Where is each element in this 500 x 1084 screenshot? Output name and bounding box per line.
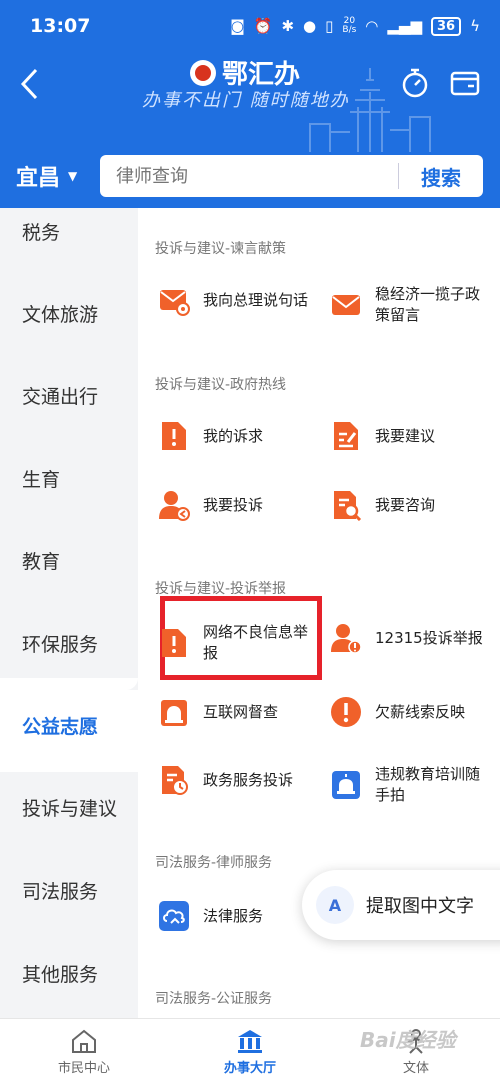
timer-button[interactable] xyxy=(398,66,432,100)
service-label: 稳经济一揽子政策留言 xyxy=(375,285,481,324)
sidebar-separator xyxy=(0,678,138,690)
section-title: 投诉与建议-政府热线 xyxy=(155,377,287,393)
sidebar-item-complaints[interactable]: 投诉与建议 xyxy=(0,772,138,842)
bluetooth-icon: ✱ xyxy=(281,17,295,35)
exclamation-circle-icon xyxy=(331,697,361,727)
service-label: 我向总理说句话 xyxy=(203,290,309,309)
status-icons: ◙ ⏰ ✱ ● ▯ 20 B/s ◠ ▂▄▆ 36 ϟ xyxy=(230,16,480,36)
service-label: 政务服务投诉 xyxy=(203,770,294,789)
nav-label: 文体 xyxy=(402,1061,429,1076)
extract-text-label: 提取图中文字 xyxy=(366,896,474,917)
sidebar-item-tax[interactable]: 税务 xyxy=(0,196,138,266)
document-alert-icon xyxy=(162,422,186,450)
service-label: 12315投诉举报 xyxy=(375,628,483,647)
service-item-my-appeal[interactable]: 我的诉求 xyxy=(158,420,313,452)
battery-indicator: 36 xyxy=(431,16,462,36)
service-label: 互联网督查 xyxy=(203,702,279,721)
camera-alarm-icon xyxy=(332,771,360,799)
sidebar-item-environment[interactable]: 环保服务 xyxy=(0,608,138,678)
service-item-internet-supervision[interactable]: 互联网督查 xyxy=(158,696,313,728)
text-scan-icon: A xyxy=(316,886,354,924)
service-item-premier-message[interactable]: 我向总理说句话 xyxy=(158,284,313,316)
section-title: 司法服务-律师服务 xyxy=(155,855,273,871)
slogan: 办事不出门 随时随地办 xyxy=(142,90,350,111)
search-button[interactable]: 搜索 xyxy=(399,162,483,191)
section-title: 投诉与建议-谏言献策 xyxy=(155,241,287,257)
service-item-12315-report[interactable]: 12315投诉举报 xyxy=(330,622,485,654)
service-item-education-training-report[interactable]: 违规教育培训随手拍 xyxy=(330,764,485,806)
document-search-icon xyxy=(334,491,362,521)
service-item-bad-info-report[interactable]: 网络不良信息举报 xyxy=(158,622,313,664)
nav-label: 市民中心 xyxy=(57,1061,110,1076)
alarm-light-icon xyxy=(161,700,187,726)
extract-text-button[interactable]: A 提取图中文字 xyxy=(302,870,500,940)
mail-envelope-icon xyxy=(160,290,190,316)
alarm-icon: ⏰ xyxy=(253,17,273,35)
city-name: 宜昌 xyxy=(16,166,61,191)
service-item-suggestion[interactable]: 我要建议 xyxy=(330,420,485,452)
envelope-icon xyxy=(332,295,360,315)
sidebar-item-birth[interactable]: 生育 xyxy=(0,443,138,513)
network-speed: 20 B/s xyxy=(342,17,356,35)
nav-citizen-center[interactable]: 市民中心 xyxy=(24,1019,144,1084)
nfc-icon: ◙ xyxy=(230,17,245,35)
scan-glyph: A xyxy=(328,895,342,915)
section-title: 投诉与建议-投诉举报 xyxy=(155,581,287,597)
city-selector[interactable]: 宜昌 ▼ xyxy=(16,160,77,192)
sidebar-item-judicial[interactable]: 司法服务 xyxy=(0,855,138,925)
search-input[interactable] xyxy=(100,155,398,197)
wallet-icon xyxy=(450,71,480,96)
section-title: 司法服务-公证服务 xyxy=(155,991,273,1007)
location-icon: ● xyxy=(303,17,317,35)
nav-service-hall[interactable]: 办事大厅 xyxy=(190,1019,310,1084)
sidebar-item-other[interactable]: 其他服务 xyxy=(0,938,138,1008)
service-item-legal-service[interactable]: 法律服务 xyxy=(158,900,313,932)
status-time: 13:07 xyxy=(30,15,91,37)
caret-down-icon: ▼ xyxy=(68,169,78,183)
home-icon xyxy=(72,1029,96,1053)
government-building-icon xyxy=(238,1030,262,1053)
service-label: 我要咨询 xyxy=(375,495,436,514)
emblem-icon xyxy=(190,59,216,86)
signal-icon: ▂▄▆ xyxy=(387,17,422,35)
service-label: 欠薪线索反映 xyxy=(375,702,466,721)
back-button[interactable] xyxy=(18,66,54,102)
document-edit-icon xyxy=(334,422,358,450)
service-item-economy-policy[interactable]: 稳经济一揽子政策留言 xyxy=(330,284,485,326)
status-bar: 13:07 ◙ ⏰ ✱ ● ▯ 20 B/s ◠ ▂▄▆ 36 ϟ xyxy=(0,0,500,52)
category-sidebar: 税务 文体旅游 交通出行 生育 教育 环保服务 公益志愿 投诉与建议 司法服务 … xyxy=(0,208,138,1018)
user-alert-icon xyxy=(331,624,362,654)
sidebar-item-volunteer[interactable]: 公益志愿 xyxy=(0,690,138,760)
charging-icon: ϟ xyxy=(470,17,480,35)
watermark: Bai度经验 xyxy=(360,1028,456,1052)
service-label: 我要投诉 xyxy=(203,495,264,514)
nav-label: 办事大厅 xyxy=(223,1061,276,1076)
stopwatch-icon xyxy=(402,68,428,98)
sidebar-item-education[interactable]: 教育 xyxy=(0,525,138,595)
vibrate-icon: ▯ xyxy=(325,17,334,35)
sidebar-item-culture-tourism[interactable]: 文体旅游 xyxy=(0,278,138,348)
service-item-complaint[interactable]: 我要投诉 xyxy=(158,489,313,521)
cloud-service-icon xyxy=(159,901,189,931)
service-item-wage-arrears[interactable]: 欠薪线索反映 xyxy=(330,696,485,728)
chevron-left-icon xyxy=(20,68,38,100)
service-label: 违规教育培训随手拍 xyxy=(375,765,481,804)
search-box: 搜索 xyxy=(100,155,483,197)
header: 鄂汇办 办事不出门 随时随地办 宜昌 ▼ 搜索 xyxy=(0,52,500,208)
service-label: 法律服务 xyxy=(203,906,264,925)
service-label: 我的诉求 xyxy=(203,426,264,445)
sidebar-separator xyxy=(0,760,138,772)
speed-unit: B/s xyxy=(342,25,357,35)
service-label: 我要建议 xyxy=(375,426,436,445)
wifi-icon: ◠ xyxy=(365,17,379,35)
service-item-consult[interactable]: 我要咨询 xyxy=(330,489,485,521)
document-alert-icon xyxy=(162,629,186,657)
user-complaint-icon xyxy=(159,491,190,521)
service-item-gov-service-complaint[interactable]: 政务服务投诉 xyxy=(158,764,313,796)
sidebar-item-transport[interactable]: 交通出行 xyxy=(0,360,138,430)
document-clock-icon xyxy=(162,766,188,795)
service-label: 网络不良信息举报 xyxy=(203,623,309,662)
card-wallet-button[interactable] xyxy=(448,66,482,100)
